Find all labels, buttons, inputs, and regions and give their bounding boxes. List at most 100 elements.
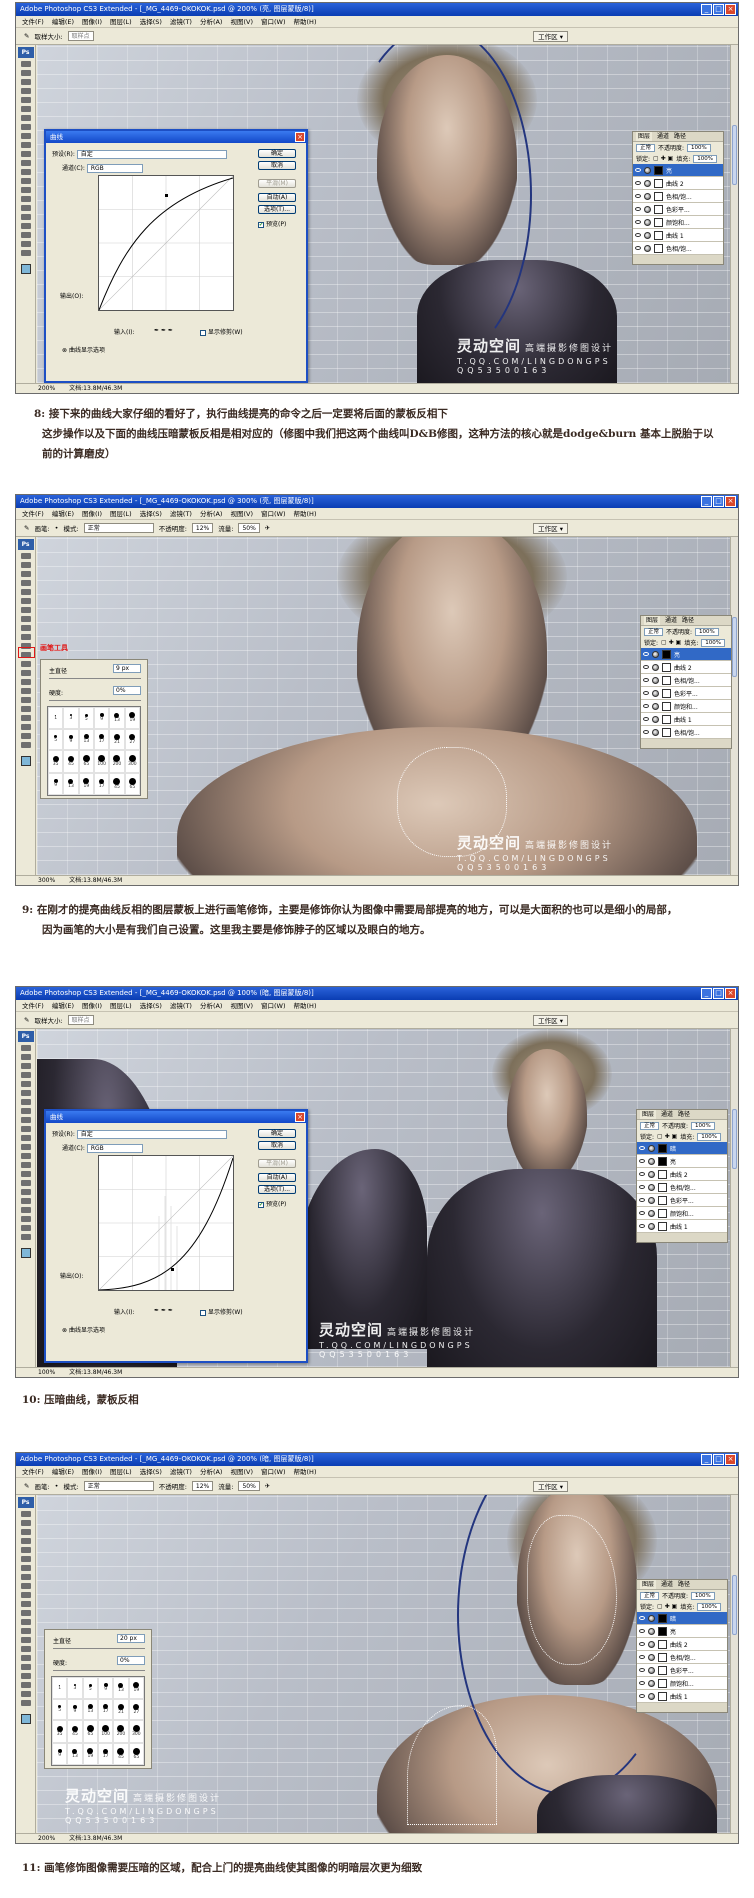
crop-tool-icon[interactable]: [20, 1081, 31, 1087]
eye-icon[interactable]: [639, 1655, 645, 1659]
brush-icon[interactable]: ✎: [24, 1482, 29, 1490]
eraser-tool-icon[interactable]: [20, 1601, 31, 1607]
brush-preset[interactable]: 300: [124, 750, 140, 773]
eye-icon[interactable]: [639, 1159, 645, 1163]
history-brush-icon[interactable]: [20, 1126, 31, 1132]
brush-preset[interactable]: 65: [82, 1720, 98, 1743]
brush-preset[interactable]: 5: [52, 1698, 68, 1720]
expand-icon[interactable]: ⊗: [62, 347, 67, 354]
curve-graph[interactable]: [98, 1155, 234, 1291]
path-select-icon[interactable]: [20, 697, 31, 703]
brush-preset[interactable]: 27: [128, 1698, 144, 1720]
flow-input[interactable]: 50%: [238, 1481, 260, 1491]
menu-item-file[interactable]: 文件(F): [22, 508, 44, 519]
workspace-button[interactable]: 工作区 ▾: [533, 1481, 568, 1492]
marquee-tool-icon[interactable]: [20, 1054, 31, 1060]
eye-icon[interactable]: [643, 704, 649, 708]
menu-item-edit[interactable]: 编辑(E): [52, 16, 74, 27]
slice-tool-icon[interactable]: [20, 1090, 31, 1096]
brush-preview-icon[interactable]: •: [55, 524, 59, 532]
layer-row[interactable]: 曲线 1: [641, 713, 731, 726]
channel-select[interactable]: RGB: [86, 1144, 143, 1153]
shape-tool-icon[interactable]: [20, 706, 31, 712]
eye-icon[interactable]: [639, 1224, 645, 1228]
hand-tool-icon[interactable]: [20, 733, 31, 739]
eyedropper-tool-icon[interactable]: [20, 724, 31, 730]
menu-item-select[interactable]: 选择(S): [140, 1000, 162, 1011]
tab-paths[interactable]: 路径: [678, 1580, 690, 1589]
brush-preset[interactable]: 3: [67, 1677, 83, 1699]
layer-row[interactable]: 色相/饱...: [641, 726, 731, 739]
tab-channels[interactable]: 通道: [657, 132, 669, 141]
crop-tool-icon[interactable]: [20, 589, 31, 595]
eyedropper-white-icon[interactable]: ✒: [168, 1307, 173, 1314]
menu-item-view[interactable]: 视图(V): [230, 1000, 253, 1011]
move-tool-icon[interactable]: [20, 1511, 31, 1517]
brush-icon[interactable]: ✎: [24, 524, 29, 532]
options-button[interactable]: 选项(T)...: [258, 205, 296, 214]
close-icon[interactable]: ×: [725, 4, 736, 15]
menu-item-analysis[interactable]: 分析(A): [200, 1466, 223, 1477]
menu-item-window[interactable]: 窗口(W): [261, 508, 286, 519]
layers-panel-footer[interactable]: [633, 255, 723, 264]
maximize-icon[interactable]: □: [713, 988, 724, 999]
tab-channels[interactable]: 通道: [661, 1580, 673, 1589]
document-size[interactable]: 文档:13.8M/46.3M: [69, 384, 122, 393]
healing-tool-icon[interactable]: [20, 1565, 31, 1571]
opacity-input[interactable]: 100%: [687, 143, 711, 152]
preview-checkbox[interactable]: ✔: [258, 1201, 264, 1208]
layers-panel-footer[interactable]: [637, 1233, 727, 1242]
eyedropper-tool-icon[interactable]: [20, 232, 31, 238]
dodge-tool-icon[interactable]: [20, 1628, 31, 1634]
wand-tool-icon[interactable]: [20, 1538, 31, 1544]
opacity-input[interactable]: 100%: [695, 627, 719, 636]
path-select-icon[interactable]: [20, 205, 31, 211]
cancel-button[interactable]: 取消: [258, 1141, 296, 1150]
gradient-tool-icon[interactable]: [20, 1610, 31, 1616]
minimize-icon[interactable]: _: [701, 988, 712, 999]
layer-row[interactable]: 亮: [637, 1155, 727, 1168]
vertical-scrollbar[interactable]: [730, 1029, 738, 1367]
blur-tool-icon[interactable]: [20, 169, 31, 175]
brush-tool-icon[interactable]: [20, 124, 31, 130]
tab-paths[interactable]: 路径: [682, 616, 694, 625]
eye-icon[interactable]: [639, 1146, 645, 1150]
marquee-tool-icon[interactable]: [20, 70, 31, 76]
menu-item-layer[interactable]: 图层(L): [110, 1466, 132, 1477]
stamp-tool-icon[interactable]: [20, 1583, 31, 1589]
notes-tool-icon[interactable]: [20, 1207, 31, 1213]
lasso-tool-icon[interactable]: [20, 79, 31, 85]
zoom-tool-icon[interactable]: [20, 742, 31, 748]
eyedropper-icon[interactable]: ✎: [24, 32, 29, 40]
mode-select[interactable]: 正常: [83, 1481, 154, 1491]
slice-tool-icon[interactable]: [20, 598, 31, 604]
sample-size-select[interactable]: 取样点: [67, 1015, 94, 1025]
master-diameter-input[interactable]: 20 px: [117, 1634, 145, 1643]
dodge-tool-icon[interactable]: [20, 1162, 31, 1168]
brush-tool-icon[interactable]: [20, 1574, 31, 1580]
brush-preset[interactable]: 45: [63, 750, 79, 773]
master-diameter-input[interactable]: 9 px: [113, 664, 141, 673]
menu-item-help[interactable]: 帮助(H): [294, 508, 317, 519]
menu-item-analysis[interactable]: 分析(A): [200, 1000, 223, 1011]
zoom-tool-icon[interactable]: [20, 1700, 31, 1706]
menu-item-layer[interactable]: 图层(L): [110, 1000, 132, 1011]
lasso-tool-icon[interactable]: [20, 1529, 31, 1535]
preview-checkbox[interactable]: ✔: [258, 221, 264, 228]
eye-icon[interactable]: [639, 1198, 645, 1202]
history-brush-icon[interactable]: [20, 142, 31, 148]
brush-preset[interactable]: 45: [67, 1720, 83, 1743]
menu-item-image[interactable]: 图像(I): [82, 1466, 102, 1477]
brush-preset[interactable]: 5: [82, 1677, 98, 1699]
eyedropper-black-icon[interactable]: ✒: [154, 327, 159, 334]
layer-row[interactable]: 暗: [637, 1142, 727, 1155]
layer-row[interactable]: 曲线 1: [637, 1690, 727, 1703]
menu-item-window[interactable]: 窗口(W): [261, 1000, 286, 1011]
brush-preset[interactable]: 13: [78, 728, 94, 750]
brush-preset[interactable]: 100: [93, 750, 110, 773]
healing-tool-icon[interactable]: [20, 115, 31, 121]
vertical-scrollbar[interactable]: [730, 45, 738, 383]
menu-item-window[interactable]: 窗口(W): [261, 1466, 286, 1477]
document-size[interactable]: 文档:13.8M/46.3M: [69, 1368, 122, 1377]
wand-tool-icon[interactable]: [20, 1072, 31, 1078]
